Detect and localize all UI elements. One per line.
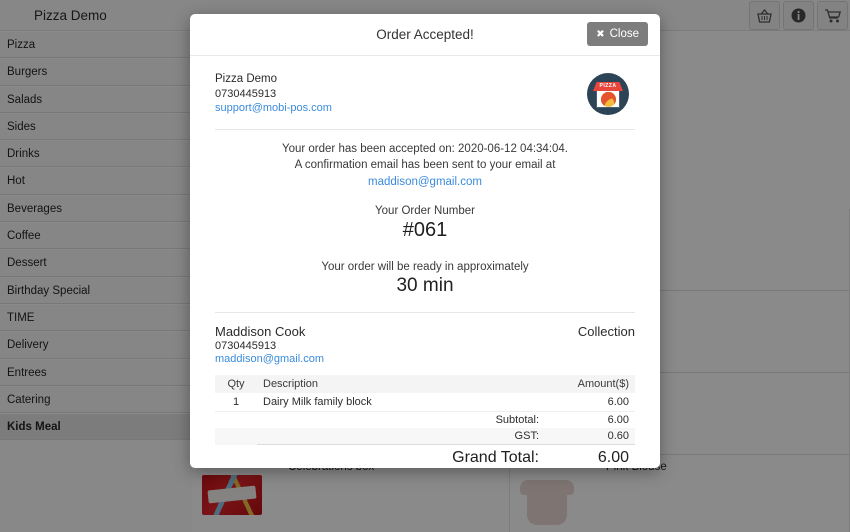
business-logo-icon: PIZZA bbox=[587, 73, 629, 115]
order-accepted-dialog: Order Accepted! ✖ Close Pizza Demo 07304… bbox=[190, 14, 660, 468]
acceptance-message: Your order has been accepted on: 2020-06… bbox=[215, 130, 635, 191]
order-type-label: Collection bbox=[577, 324, 635, 339]
item-qty: 1 bbox=[215, 393, 257, 412]
business-email-link[interactable]: support@mobi-pos.com bbox=[215, 101, 332, 116]
gst-label: GST: bbox=[257, 428, 545, 445]
subtotal-row: Subtotal: 6.00 bbox=[215, 412, 635, 429]
ready-time-label: Your order will be ready in approximatel… bbox=[321, 261, 529, 273]
dialog-body: Pizza Demo 0730445913 support@mobi-pos.c… bbox=[190, 56, 660, 468]
customer-email-link[interactable]: maddison@gmail.com bbox=[215, 353, 324, 365]
dialog-header: Order Accepted! ✖ Close bbox=[190, 14, 660, 56]
business-info-row: Pizza Demo 0730445913 support@mobi-pos.c… bbox=[215, 72, 635, 116]
business-phone: 0730445913 bbox=[215, 87, 277, 100]
acceptance-email-link[interactable]: maddison@gmail.com bbox=[215, 174, 635, 191]
acceptance-line-2: A confirmation email has been sent to yo… bbox=[294, 159, 556, 171]
grand-total-amount: 6.00 bbox=[545, 444, 635, 468]
logo-lid-text: PIZZA bbox=[593, 82, 623, 91]
table-row: 1 Dairy Milk family block 6.00 bbox=[215, 393, 635, 412]
acceptance-line-1: Your order has been accepted on: 2020-06… bbox=[281, 142, 569, 155]
business-info: Pizza Demo 0730445913 support@mobi-pos.c… bbox=[215, 72, 332, 116]
order-number-label: Your Order Number bbox=[375, 205, 475, 217]
order-number-value: #061 bbox=[402, 219, 448, 241]
grand-total-row: Grand Total: 6.00 bbox=[215, 444, 635, 468]
close-button[interactable]: ✖ Close bbox=[587, 22, 648, 46]
item-description: Dairy Milk family block bbox=[257, 393, 545, 412]
column-header-amount: Amount($) bbox=[545, 375, 635, 393]
table-header-row: Qty Description Amount($) bbox=[215, 375, 635, 393]
customer-phone: 0730445913 bbox=[215, 340, 277, 352]
column-header-description: Description bbox=[257, 375, 545, 393]
customer-info: Maddison Cook 0730445913 maddison@gmail.… bbox=[215, 324, 324, 365]
business-name: Pizza Demo bbox=[215, 73, 277, 85]
gst-amount: 0.60 bbox=[545, 428, 635, 445]
ready-time-block: Your order will be ready in approximatel… bbox=[215, 242, 635, 297]
grand-total-label: Grand Total: bbox=[257, 444, 545, 468]
column-header-qty: Qty bbox=[215, 375, 257, 393]
app-root: Pizza Demo Pizza Burgers Salads Sides Dr… bbox=[0, 0, 850, 532]
gst-row: GST: 0.60 bbox=[215, 428, 635, 445]
ready-time-value: 30 min bbox=[396, 275, 454, 296]
table-body: 1 Dairy Milk family block 6.00 Subtotal:… bbox=[215, 393, 635, 468]
order-number-block: Your Order Number #061 bbox=[215, 190, 635, 242]
dialog-title: Order Accepted! bbox=[376, 27, 474, 42]
order-items-table: Qty Description Amount($) 1 Dairy Milk f… bbox=[215, 375, 635, 468]
close-icon: ✖ bbox=[596, 28, 605, 40]
customer-name: Maddison Cook bbox=[215, 324, 306, 339]
close-button-label: Close bbox=[609, 28, 639, 40]
item-amount: 6.00 bbox=[545, 393, 635, 412]
subtotal-label: Subtotal: bbox=[495, 414, 539, 426]
customer-info-row: Maddison Cook 0730445913 maddison@gmail.… bbox=[215, 313, 635, 365]
table-head: Qty Description Amount($) bbox=[215, 375, 635, 393]
subtotal-amount: 6.00 bbox=[607, 414, 629, 426]
